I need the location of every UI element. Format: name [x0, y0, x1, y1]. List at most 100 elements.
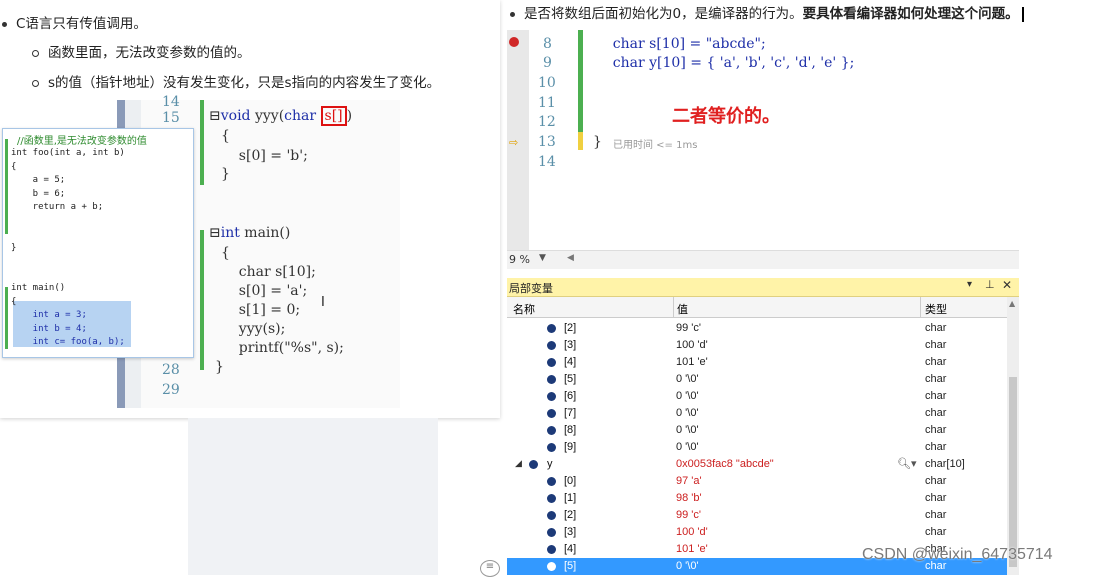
field-icon: [547, 392, 556, 401]
column-divider: [673, 297, 674, 317]
table-row[interactable]: [3] 100 'd' char: [507, 337, 1007, 354]
field-icon: [547, 426, 556, 435]
watermark-text: CSDN @weixin_64735714: [862, 546, 1053, 563]
code-line: s[0] = 'a';: [221, 283, 308, 299]
code-line: char y[10] = { 'a', 'b', 'c', 'd', 'e' }…: [595, 55, 855, 71]
field-icon: [547, 409, 556, 418]
field-icon: [547, 528, 556, 537]
line-number: 13: [538, 134, 556, 150]
code-editor-right: ⇨ 8 9 10 11 12 13 14 char s[10] = "abcde…: [507, 30, 1019, 250]
field-icon: [547, 545, 556, 554]
note-text: 是否将数组后面初始化为0，是编译器的行为。: [524, 6, 803, 22]
field-icon: [547, 341, 556, 350]
table-row[interactable]: [9] 0 '\0' char: [507, 439, 1007, 456]
collapse-arrow-icon[interactable]: ◢: [515, 458, 522, 469]
table-row[interactable]: [6] 0 '\0' char: [507, 388, 1007, 405]
note-text: s的值（指针地址）没有发生变化，只是s指向的内容发生了变化。: [48, 75, 441, 91]
code-line: }: [221, 166, 230, 182]
field-icon: [547, 477, 556, 486]
background-column: [188, 418, 438, 575]
menu-icon[interactable]: ≡: [480, 560, 500, 577]
elapsed-time: 已用时间 <= 1ms: [613, 140, 698, 151]
text-cursor: [1021, 6, 1024, 22]
table-row[interactable]: [0] 97 'a' char: [507, 473, 1007, 490]
scroll-up-icon[interactable]: ▲: [1009, 299, 1015, 308]
code-line: yyy(s);: [221, 321, 286, 337]
pin-icon[interactable]: ⊥: [985, 278, 995, 291]
line-number: 28: [162, 362, 180, 378]
popup-code-snippet: //函数里,是无法改变参数的值 int foo(int a, int b) { …: [2, 128, 194, 358]
code-line: char s[10] = "abcde";: [595, 36, 766, 52]
scroll-left-icon[interactable]: ◀: [567, 253, 574, 263]
table-row[interactable]: [2] 99 'c' char: [507, 507, 1007, 524]
sub-bullet-item: s的值（指针地址）没有发生变化，只是s指向的内容发生了变化。: [32, 71, 440, 91]
annotation-text: 二者等价的。: [672, 106, 780, 127]
table-row[interactable]: [7] 0 '\0' char: [507, 405, 1007, 422]
field-icon: [529, 460, 538, 469]
line-number: 9: [543, 55, 552, 71]
vertical-scrollbar[interactable]: ▲: [1007, 297, 1019, 575]
field-icon: [547, 511, 556, 520]
close-icon[interactable]: ✕: [1002, 278, 1012, 292]
field-icon: [547, 494, 556, 503]
code-line: {: [221, 128, 230, 144]
field-icon: [547, 443, 556, 452]
breakpoint-icon[interactable]: [509, 37, 519, 47]
bullet-ring-icon: [32, 79, 39, 87]
column-header-name[interactable]: 名称: [513, 301, 535, 317]
dropdown-icon[interactable]: ▼: [539, 253, 546, 263]
column-header-type[interactable]: 类型: [925, 301, 947, 317]
line-number: 15: [162, 110, 180, 126]
table-row[interactable]: [2] 99 'c' char: [507, 320, 1007, 337]
change-bar: [200, 230, 204, 370]
line-number: 8: [543, 36, 552, 52]
dropdown-icon[interactable]: ▾: [967, 279, 972, 290]
zoom-level[interactable]: 9 %: [509, 253, 530, 266]
change-bar: [200, 100, 204, 185]
code-line: }: [215, 359, 224, 375]
code-line: }: [593, 134, 602, 150]
note-text-bold: 要具体看编译器如何处理这个问题。: [802, 6, 1019, 22]
line-number: 10: [538, 75, 556, 91]
field-icon: [547, 324, 556, 333]
code-comment: //函数里,是无法改变参数的值: [17, 136, 147, 147]
locals-title: 局部变量: [509, 282, 553, 295]
code-line: ⊟void yyy(char s[]): [209, 106, 353, 126]
code-line: char s[10];: [221, 264, 316, 280]
line-number: 14: [162, 94, 180, 110]
locals-rows: [2] 99 'c' char [3] 100 'd' char [4] 101 'e' c…: [507, 320, 1007, 575]
code-line: s[0] = 'b';: [221, 148, 308, 164]
locals-title-bar: 局部变量 ▾ ⊥ ✕: [507, 278, 1019, 297]
bullet-ring-icon: [32, 49, 39, 57]
change-bar: [5, 139, 8, 234]
line-number: 14: [538, 154, 556, 170]
line-number: 12: [538, 114, 556, 130]
text-cursor-icon: Ι: [321, 295, 325, 310]
code-line: printf("%s", s);: [221, 340, 344, 356]
line-number: 11: [538, 95, 556, 111]
popup-code-body: int foo(int a, int b) { a = 5; b = 6; re…: [11, 148, 125, 347]
note-text: 函数里面，无法改变参数的值的。: [48, 45, 251, 61]
line-number: 29: [162, 382, 180, 398]
column-header-value[interactable]: 值: [677, 301, 688, 317]
field-icon: [547, 562, 556, 571]
table-row[interactable]: [8] 0 '\0' char: [507, 422, 1007, 439]
scrollbar-thumb[interactable]: [1009, 377, 1017, 567]
field-icon: [547, 358, 556, 367]
field-icon: [547, 375, 556, 384]
step-arrow-icon: ⇨: [509, 136, 519, 149]
table-row[interactable]: [3] 100 'd' char: [507, 524, 1007, 541]
locals-header: 名称 值 类型: [507, 297, 1007, 318]
table-row[interactable]: [5] 0 '\0' char: [507, 371, 1007, 388]
note-panel-left: C语言只有传值调用。 函数里面，无法改变参数的值的。 s的值（指针地址）没有发生…: [0, 0, 500, 418]
code-line: s[1] = 0;: [221, 302, 301, 318]
code-line: {: [221, 245, 230, 261]
bullet-dot-icon: [2, 21, 7, 27]
change-bar: [578, 132, 583, 150]
sub-bullet-item: 函数里面，无法改变参数的值的。: [32, 41, 251, 61]
magnifier-icon[interactable]: 🔍︎▾: [897, 457, 917, 470]
table-row-expanded[interactable]: ◢ y 0x0053fac8 "abcde" 🔍︎▾ char[10]: [507, 456, 1007, 473]
table-row[interactable]: [4] 101 'e' char: [507, 354, 1007, 371]
change-bar: [578, 30, 583, 132]
table-row[interactable]: [1] 98 'b' char: [507, 490, 1007, 507]
